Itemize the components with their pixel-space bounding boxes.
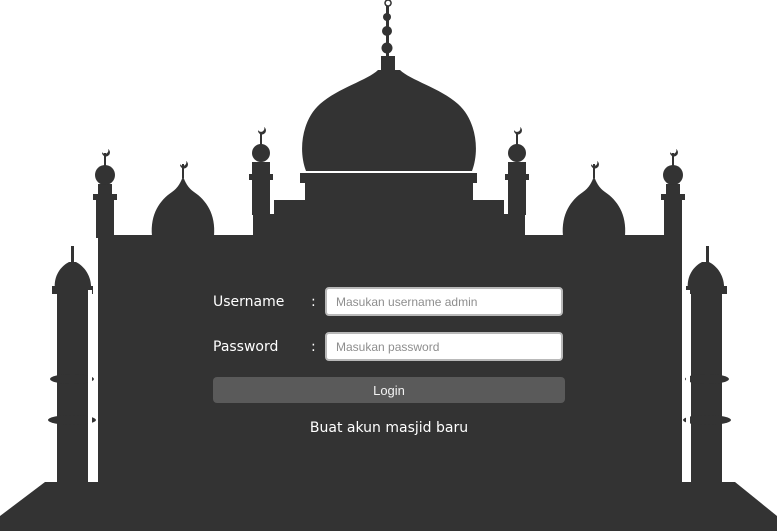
username-input[interactable] [325, 287, 563, 316]
password-separator: : [311, 339, 316, 355]
mosque-silhouette-background [0, 0, 777, 531]
register-link[interactable]: Buat akun masjid baru [213, 419, 565, 437]
username-separator: : [311, 294, 316, 310]
password-label: Password [213, 339, 279, 355]
login-button[interactable]: Login [213, 377, 565, 403]
username-label: Username [213, 294, 285, 310]
password-input[interactable] [325, 332, 563, 361]
